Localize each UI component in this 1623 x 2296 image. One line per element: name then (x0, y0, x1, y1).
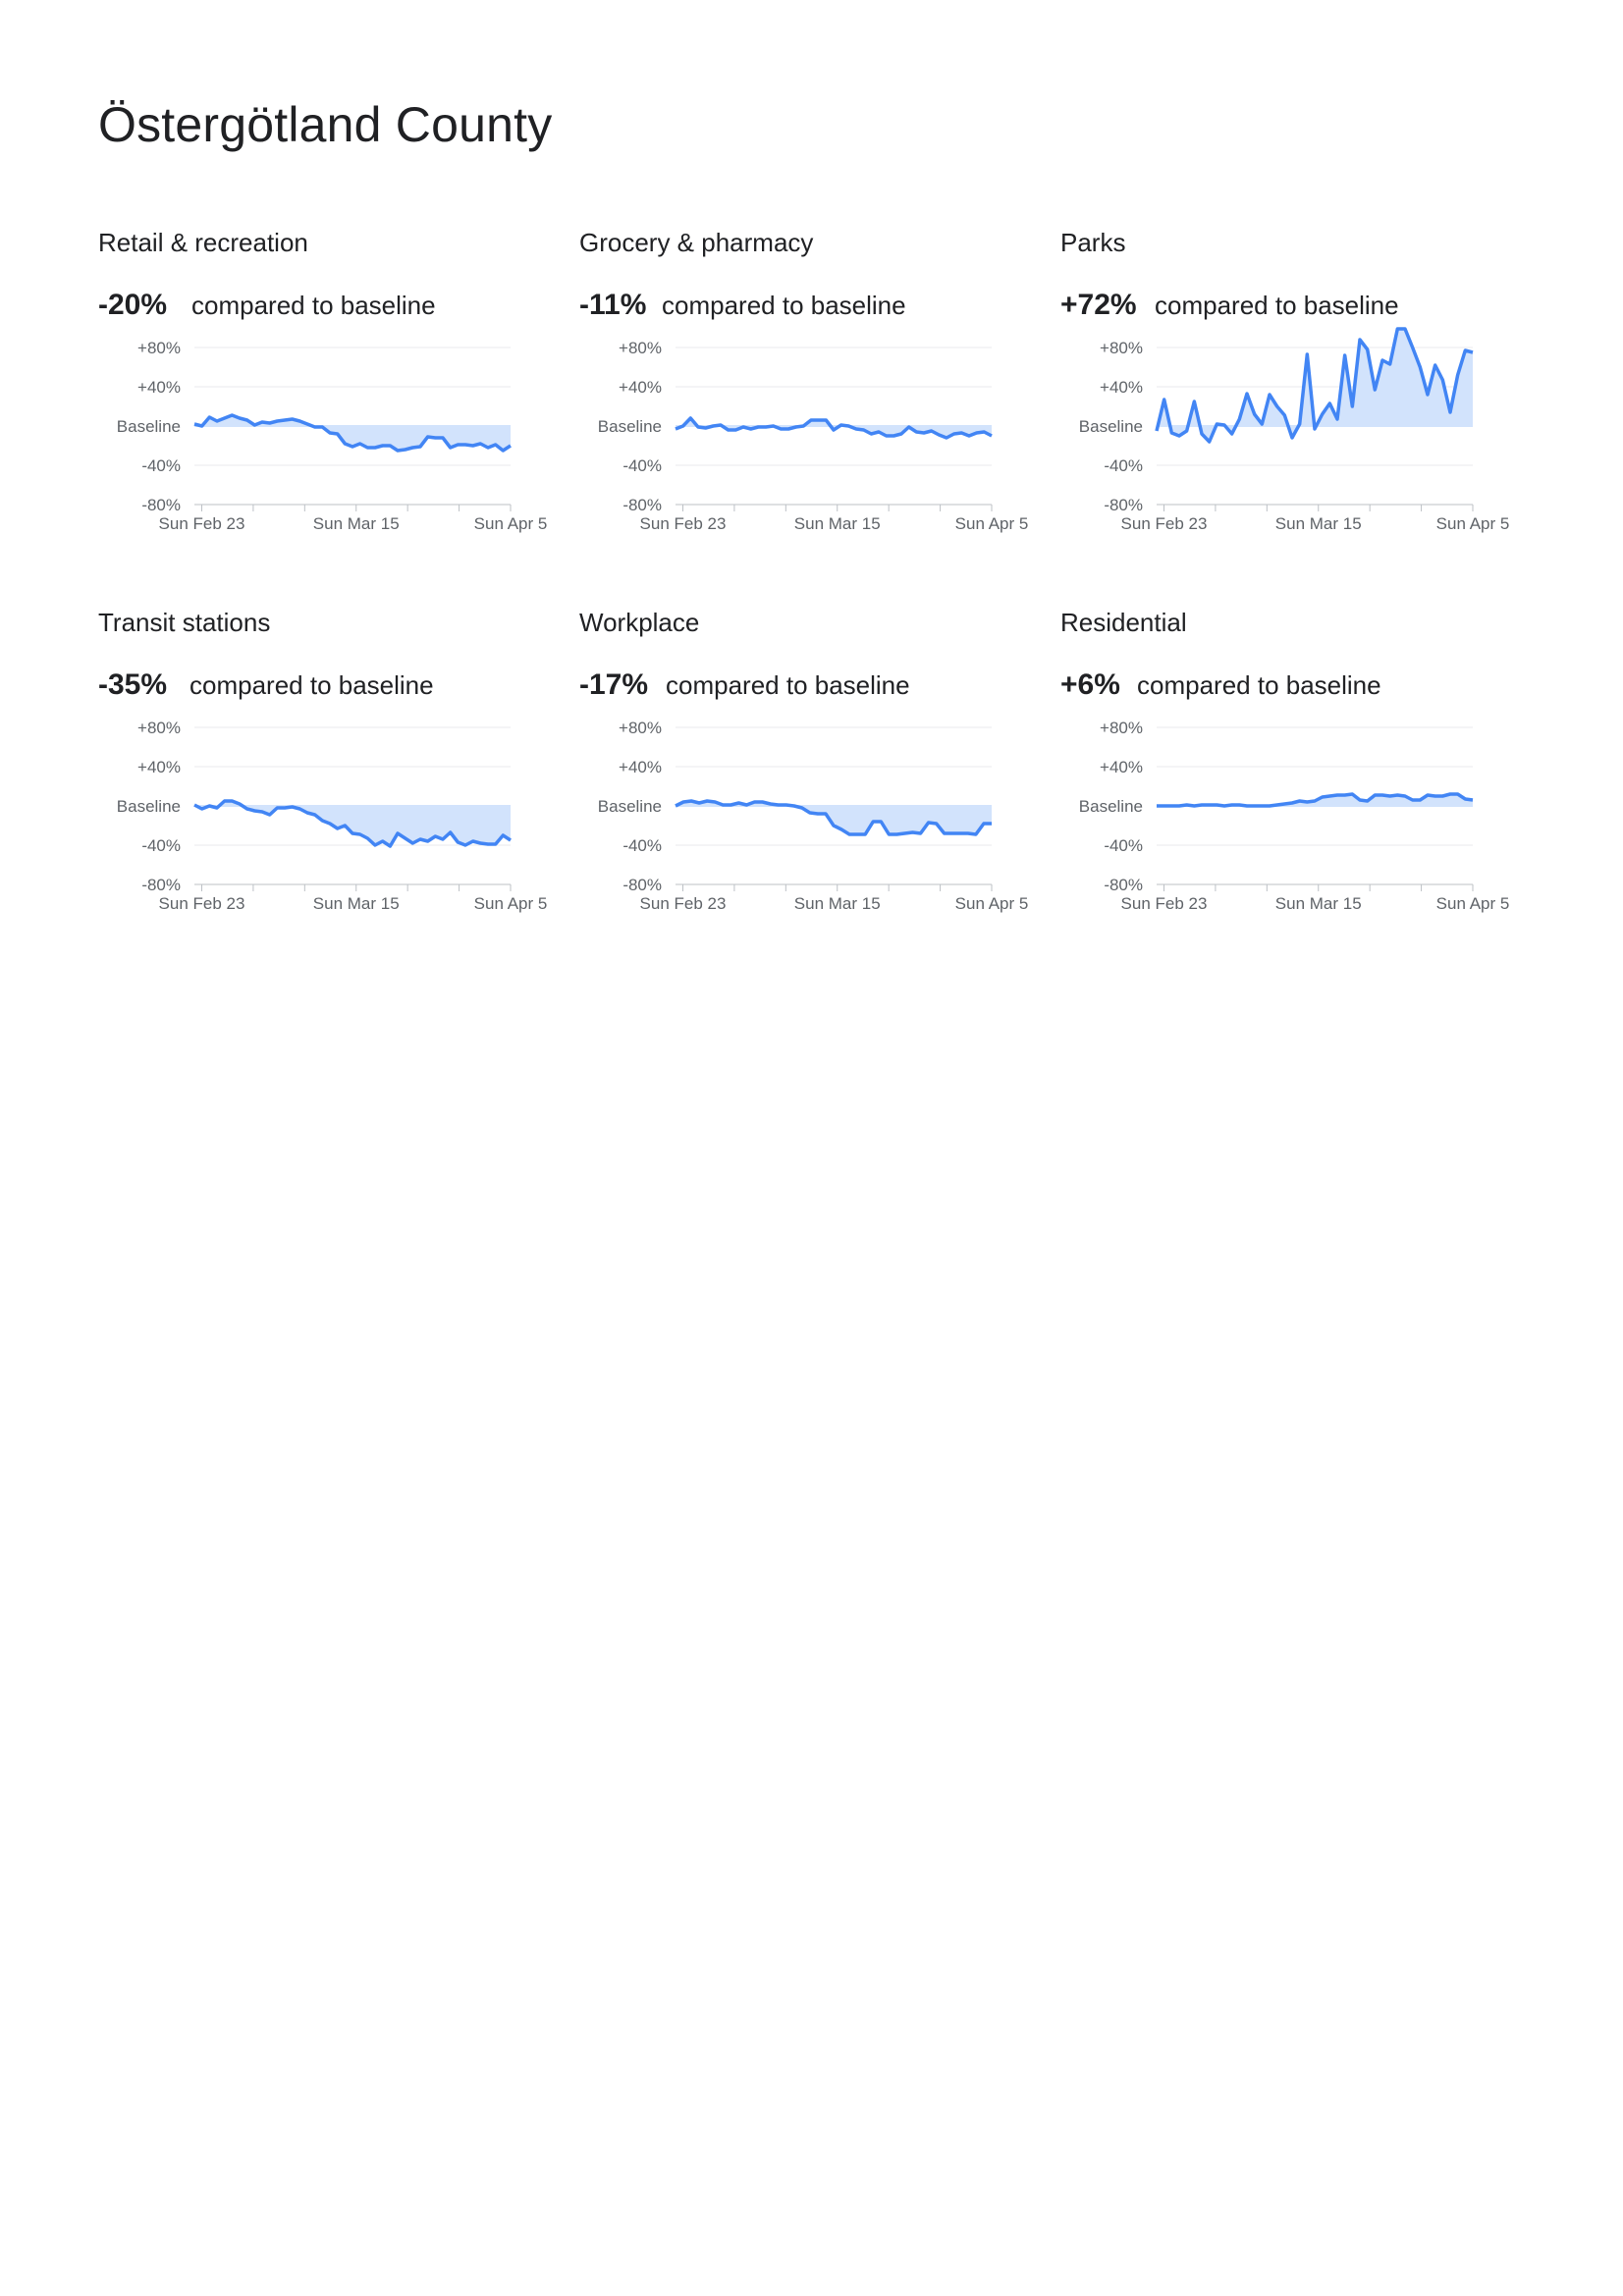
x-tick-label: Sun Apr 5 (1436, 894, 1510, 913)
category-title: Workplace (579, 608, 700, 637)
y-tick-label: -80% (141, 496, 181, 514)
panel-parks: Parks +72% compared to baseline +80% +40%… (1060, 228, 1512, 601)
y-tick-label: -40% (622, 456, 662, 475)
category-title: Transit stations (98, 608, 271, 637)
y-tick-label: -80% (1104, 876, 1143, 894)
category-title: Parks (1060, 228, 1126, 257)
x-tick-label: Sun Apr 5 (1436, 514, 1510, 533)
panel-residential: Residential +6% compared to baseline +80… (1060, 608, 1512, 981)
y-tick-label: -80% (1104, 496, 1143, 514)
y-tick-label: Baseline (598, 417, 662, 436)
y-tick-label: +40% (1100, 378, 1143, 397)
panel-retail-recreation: Retail & recreation -20% compared to bas… (98, 228, 550, 601)
y-tick-label: +80% (137, 719, 181, 737)
headline-percent: +6% (1060, 668, 1120, 701)
y-tick-label: +80% (1100, 719, 1143, 737)
x-tick-label: Sun Feb 23 (1121, 514, 1208, 533)
x-tick-label: Sun Mar 15 (1275, 894, 1362, 913)
x-tick-label: Sun Apr 5 (474, 514, 548, 533)
x-tick-label: Sun Apr 5 (955, 894, 1029, 913)
category-title: Residential (1060, 608, 1187, 637)
x-tick-label: Sun Feb 23 (640, 514, 727, 533)
headline-percent: -20% (98, 289, 168, 321)
headline-percent: -11% (579, 289, 647, 321)
x-tick-label: Sun Mar 15 (313, 514, 400, 533)
headline-suffix: compared to baseline (191, 291, 436, 320)
y-tick-label: +80% (619, 339, 662, 357)
mobility-chart: +80% +40% Baseline -40% -80%Sun Feb 23 Sun Ma… (1079, 327, 1510, 533)
y-tick-label: +80% (619, 719, 662, 737)
panel-workplace: Workplace -17% compared to baseline +80%… (579, 608, 1031, 981)
y-tick-label: +40% (1100, 758, 1143, 776)
mobility-chart: +80% +40% Baseline -40% -80%Sun Feb 23 Sun Ma… (598, 339, 1029, 533)
headline-suffix: compared to baseline (189, 670, 434, 700)
mobility-chart: +80% +40% Baseline -40% -80%Sun Feb 23 Sun Ma… (1079, 719, 1510, 913)
y-tick-label: -80% (622, 496, 662, 514)
headline-suffix: compared to baseline (1155, 291, 1399, 320)
x-tick-label: Sun Apr 5 (955, 514, 1029, 533)
y-tick-label: -40% (1104, 456, 1143, 475)
page-title: Östergötland County (98, 97, 553, 152)
category-title: Retail & recreation (98, 228, 308, 257)
category-title: Grocery & pharmacy (579, 228, 814, 257)
x-tick-label: Sun Mar 15 (794, 894, 881, 913)
x-tick-label: Sun Apr 5 (474, 894, 548, 913)
headline-suffix: compared to baseline (666, 670, 910, 700)
y-tick-label: Baseline (1079, 797, 1143, 816)
headline-percent: +72% (1060, 289, 1137, 321)
headline-percent: -17% (579, 668, 649, 701)
x-tick-label: Sun Feb 23 (159, 514, 245, 533)
y-tick-label: Baseline (598, 797, 662, 816)
headline-suffix: compared to baseline (1137, 670, 1381, 700)
x-tick-label: Sun Feb 23 (640, 894, 727, 913)
mobility-chart: +80% +40% Baseline -40% -80%Sun Feb 23 Sun Ma… (117, 719, 548, 913)
y-tick-label: Baseline (1079, 417, 1143, 436)
y-tick-label: +40% (137, 758, 181, 776)
x-tick-label: Sun Mar 15 (313, 894, 400, 913)
x-tick-label: Sun Feb 23 (1121, 894, 1208, 913)
headline-percent: -35% (98, 668, 168, 701)
mobility-chart: +80% +40% Baseline -40% -80%Sun Feb 23 Sun Ma… (117, 339, 548, 533)
y-tick-label: +80% (1100, 339, 1143, 357)
y-tick-label: -40% (622, 836, 662, 855)
x-tick-label: Sun Mar 15 (794, 514, 881, 533)
area-fill (194, 801, 511, 846)
mobility-chart: +80% +40% Baseline -40% -80%Sun Feb 23 Sun Ma… (598, 719, 1029, 913)
y-tick-label: Baseline (117, 797, 181, 816)
y-tick-label: +40% (619, 758, 662, 776)
y-tick-label: -40% (1104, 836, 1143, 855)
y-tick-label: +40% (137, 378, 181, 397)
panel-transit-stations: Transit stations -35% compared to baseli… (98, 608, 550, 981)
y-tick-label: -40% (141, 456, 181, 475)
y-tick-label: +80% (137, 339, 181, 357)
y-tick-label: -80% (141, 876, 181, 894)
y-tick-label: Baseline (117, 417, 181, 436)
y-tick-label: -40% (141, 836, 181, 855)
x-tick-label: Sun Feb 23 (159, 894, 245, 913)
x-tick-label: Sun Mar 15 (1275, 514, 1362, 533)
panel-grocery-pharmacy: Grocery & pharmacy -11% compared to base… (579, 228, 1031, 601)
headline-suffix: compared to baseline (662, 291, 906, 320)
y-tick-label: -80% (622, 876, 662, 894)
y-tick-label: +40% (619, 378, 662, 397)
